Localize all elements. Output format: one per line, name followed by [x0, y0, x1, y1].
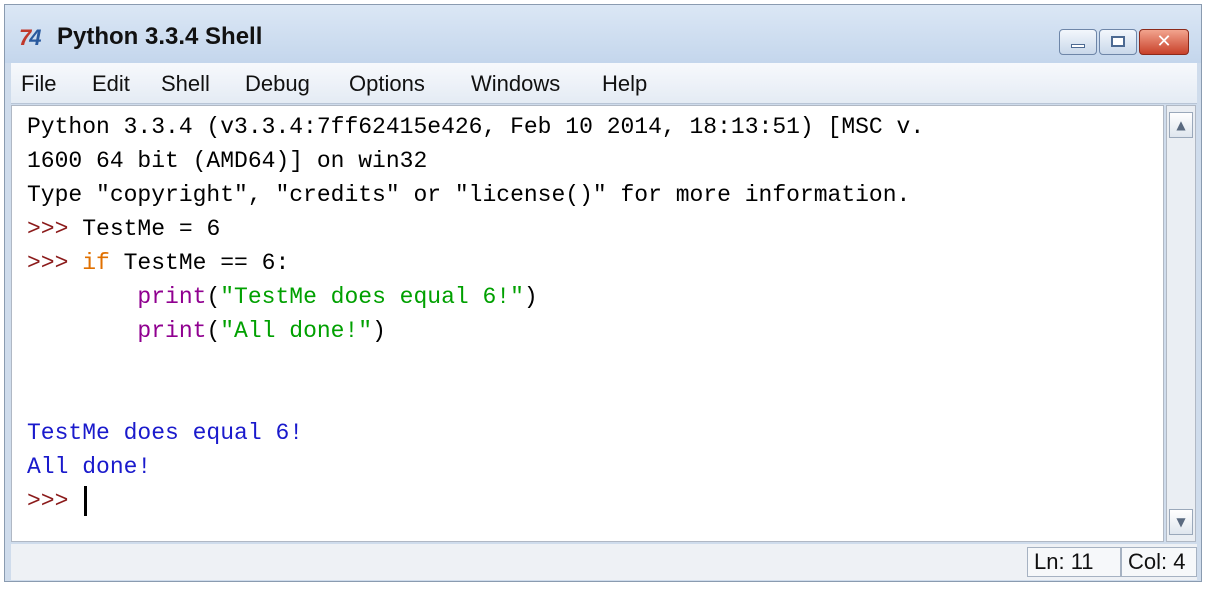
menu-bar: File Edit Shell Debug Options Windows He… — [11, 63, 1197, 104]
builtin-print: print — [137, 284, 207, 310]
shell-prompt: >>> — [27, 250, 83, 276]
shell-content: Python 3.3.4 (v3.3.4:7ff62415e426, Feb 1… — [27, 110, 924, 518]
close-button[interactable]: ✕ — [1139, 29, 1189, 55]
string-literal: "TestMe does equal 6!" — [220, 284, 524, 310]
output-line-1: TestMe does equal 6! — [27, 420, 304, 446]
menu-edit[interactable]: Edit — [92, 71, 130, 97]
menu-debug[interactable]: Debug — [245, 71, 310, 97]
code-text: TestMe == 6: — [109, 250, 290, 276]
input-line-3: print("TestMe does equal 6!") — [27, 280, 924, 314]
input-line-current: >>> — [27, 484, 924, 518]
code-text: TestMe = 6 — [82, 216, 221, 242]
status-bar: Ln: 11 Col: 4 — [11, 544, 1197, 580]
text-cursor — [84, 485, 88, 516]
close-icon: ✕ — [1156, 31, 1172, 52]
menu-windows[interactable]: Windows — [471, 71, 560, 97]
scroll-down-icon: ▼ — [1176, 515, 1186, 529]
idle-shell-window: 74 Python 3.3.4 Shell ✕ File Edit Shell … — [4, 4, 1202, 582]
paren-open: ( — [206, 318, 221, 344]
maximize-icon — [1111, 36, 1125, 47]
paren-close: ) — [523, 284, 538, 310]
shell-prompt: >>> — [27, 488, 83, 514]
keyword-if: if — [82, 250, 110, 276]
maximize-button[interactable] — [1099, 29, 1137, 55]
scroll-up-button[interactable]: ▲ — [1169, 112, 1193, 138]
output-line-2: All done! — [27, 454, 152, 480]
paren-open: ( — [206, 284, 221, 310]
window-controls: ✕ — [1059, 29, 1189, 55]
python-idle-icon: 74 — [19, 25, 42, 50]
column-number-indicator: Col: 4 — [1121, 547, 1197, 577]
builtin-print: print — [137, 318, 207, 344]
shell-prompt: >>> — [27, 216, 83, 242]
menu-options[interactable]: Options — [349, 71, 425, 97]
vertical-scrollbar[interactable]: ▲ ▼ — [1166, 105, 1196, 542]
banner-line-2: 1600 64 bit (AMD64)] on win32 — [27, 148, 428, 174]
banner-line-3: Type "copyright", "credits" or "license(… — [27, 182, 911, 208]
input-line-2: >>> if TestMe == 6: — [27, 246, 924, 280]
scroll-down-button[interactable]: ▼ — [1169, 509, 1193, 535]
line-number-indicator: Ln: 11 — [1027, 547, 1121, 577]
menu-help[interactable]: Help — [602, 71, 647, 97]
minimize-button[interactable] — [1059, 29, 1097, 55]
paren-close: ) — [372, 318, 386, 344]
input-line-4: print("All done!") — [27, 314, 924, 348]
banner-line-1: Python 3.3.4 (v3.3.4:7ff62415e426, Feb 1… — [27, 114, 925, 140]
scroll-up-icon: ▲ — [1176, 118, 1186, 132]
minimize-icon — [1071, 44, 1085, 48]
input-line-1: >>> TestMe = 6 — [27, 212, 924, 246]
shell-text-area[interactable]: Python 3.3.4 (v3.3.4:7ff62415e426, Feb 1… — [11, 105, 1164, 542]
window-title: Python 3.3.4 Shell — [57, 23, 263, 50]
menu-shell[interactable]: Shell — [161, 71, 210, 97]
string-literal: "All done!" — [220, 318, 373, 344]
title-bar[interactable]: 74 Python 3.3.4 Shell ✕ — [5, 5, 1201, 63]
menu-file[interactable]: File — [21, 71, 56, 97]
